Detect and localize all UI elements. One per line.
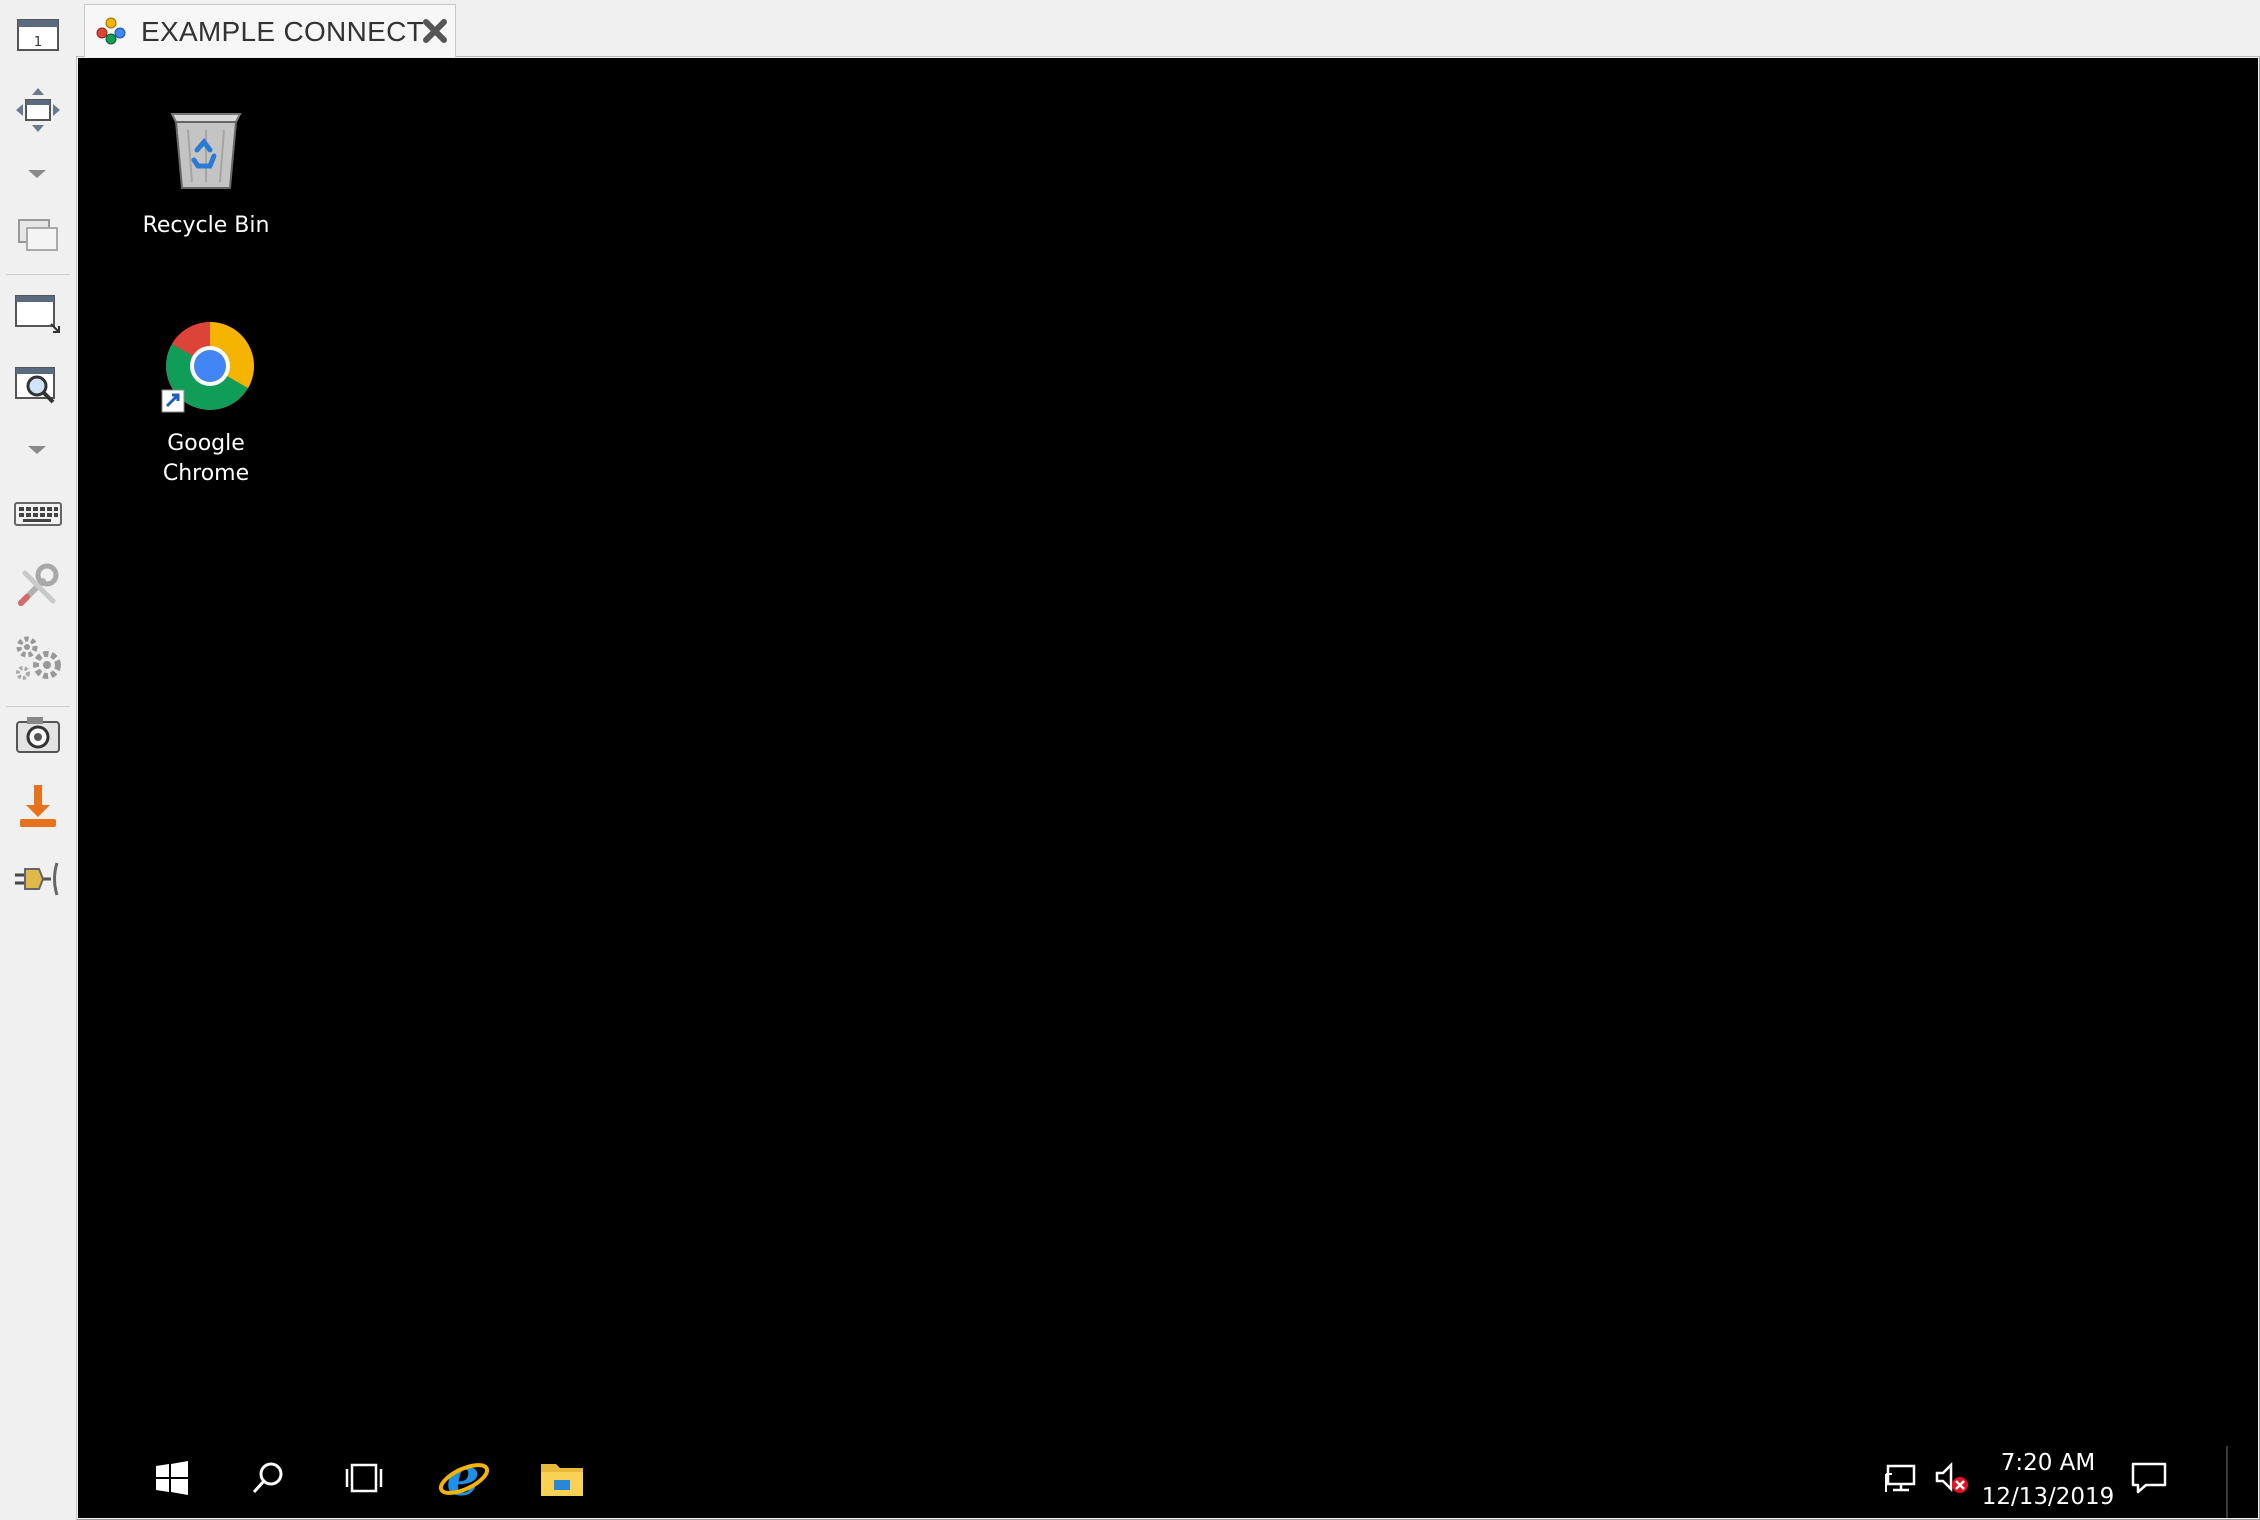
settings-icon[interactable] (8, 628, 68, 688)
svg-text:1: 1 (34, 35, 42, 50)
fit-window-icon[interactable] (8, 80, 68, 140)
google-chrome-shortcut[interactable]: Google Chrome (121, 320, 291, 489)
chrome-label-line2: Chrome (162, 461, 250, 486)
file-explorer-icon[interactable] (532, 1448, 592, 1508)
chevron-down-icon[interactable] (28, 446, 46, 454)
zoom-icon[interactable] (8, 356, 68, 416)
recycle-bin-icon (170, 113, 242, 189)
show-desktop-button[interactable] (2226, 1446, 2228, 1518)
volume-muted-icon[interactable] (1932, 1448, 1972, 1508)
clock-date: 12/13/2019 (1981, 1484, 2115, 1510)
taskbar: e 7:20 AM 12/13/2019 (78, 1438, 2258, 1518)
chrome-icon (161, 322, 254, 413)
left-toolbar: 1 (0, 0, 77, 1520)
chrome-label-line1: Google (167, 431, 245, 456)
network-icon[interactable] (1882, 1448, 1922, 1508)
clock-time: 7:20 AM (2000, 1450, 2096, 1476)
start-icon[interactable] (142, 1448, 202, 1508)
remote-desktop[interactable]: Recycle Bin Google Chrome e 7:20 AM 12/1… (78, 58, 2258, 1518)
close-icon[interactable] (421, 17, 449, 45)
recycle-bin-shortcut[interactable]: Recycle Bin (121, 104, 291, 241)
recycle-bin-label: Recycle Bin (142, 213, 270, 238)
internet-explorer-icon[interactable]: e (434, 1448, 494, 1508)
session-icon[interactable]: 1 (8, 6, 68, 66)
windows-icon[interactable] (8, 206, 68, 266)
tab-bar: EXAMPLE CONNECT (76, 0, 2260, 57)
action-center-icon[interactable] (2124, 1448, 2174, 1508)
connection-icon (96, 17, 126, 45)
system-clock[interactable]: 7:20 AM 12/13/2019 (1978, 1446, 2118, 1514)
search-icon[interactable] (238, 1448, 298, 1508)
transfer-icon[interactable] (8, 776, 68, 836)
tab-session[interactable]: EXAMPLE CONNECT (84, 4, 456, 57)
chevron-down-icon[interactable] (28, 170, 46, 178)
tools-icon[interactable] (8, 556, 68, 616)
tab-title: EXAMPLE CONNECT (141, 16, 424, 47)
keyboard-icon[interactable] (8, 484, 68, 544)
task-view-icon[interactable] (334, 1448, 394, 1508)
svg-text:e: e (446, 1451, 479, 1505)
disconnect-icon[interactable] (8, 848, 68, 908)
resize-window-icon[interactable] (8, 284, 68, 344)
screenshot-icon[interactable] (8, 704, 68, 764)
